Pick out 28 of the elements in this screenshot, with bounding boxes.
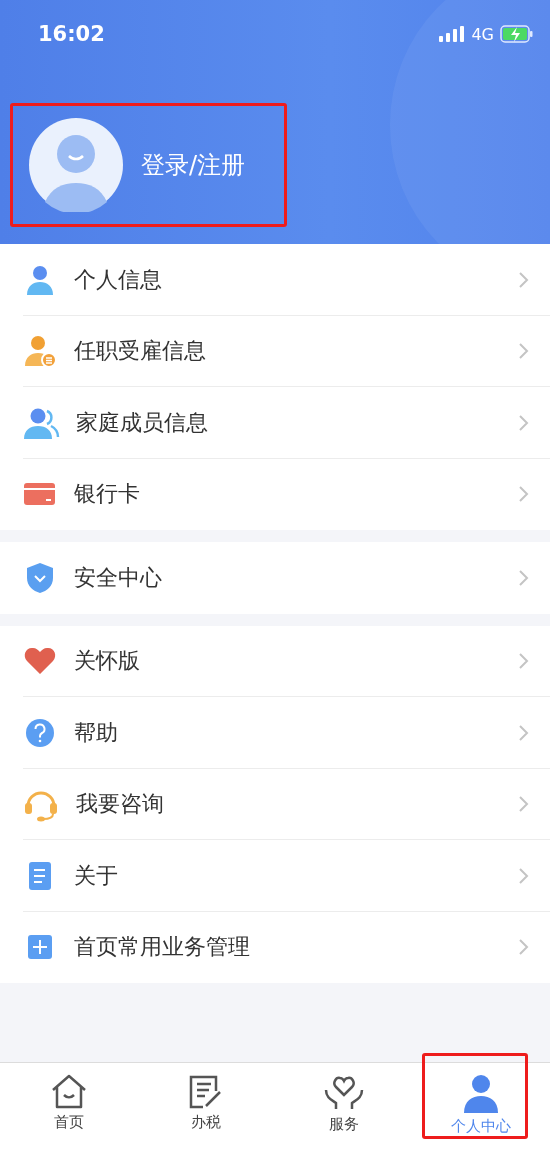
menu-item[interactable]: 帮助 (0, 697, 550, 769)
chevron-right-icon (518, 413, 530, 432)
menu-item[interactable]: 我要咨询 (0, 768, 550, 840)
tab[interactable]: 服务 (275, 1063, 413, 1156)
menu-item[interactable]: 关怀版 (0, 625, 550, 697)
time: 16:02 (38, 22, 105, 46)
menu-item[interactable]: 家庭成员信息 (0, 387, 550, 459)
chevron-right-icon (518, 270, 530, 289)
menu-item[interactable]: 关于 (0, 840, 550, 912)
chevron-right-icon (518, 866, 530, 885)
chevron-right-icon (518, 568, 530, 587)
tab[interactable]: 首页 (0, 1063, 138, 1156)
chevron-right-icon (518, 342, 530, 361)
menu-item[interactable]: 银行卡 (0, 458, 550, 530)
chevron-right-icon (518, 485, 530, 504)
menu-item[interactable]: 个人信息 (0, 244, 550, 316)
chevron-right-icon (518, 723, 530, 742)
menu-item[interactable]: 安全中心 (0, 542, 550, 614)
avatar-icon (29, 118, 123, 212)
signal-icon (439, 26, 466, 42)
menu-item[interactable]: 任职受雇信息 (0, 315, 550, 387)
network-type: 4G (471, 24, 494, 44)
tab[interactable]: 个人中心 (412, 1063, 550, 1156)
chevron-right-icon (518, 938, 530, 957)
tab[interactable]: 办税 (137, 1063, 275, 1156)
chevron-right-icon (518, 652, 530, 671)
menu-item[interactable]: 首页常用业务管理 (0, 911, 550, 983)
chevron-right-icon (518, 795, 530, 814)
